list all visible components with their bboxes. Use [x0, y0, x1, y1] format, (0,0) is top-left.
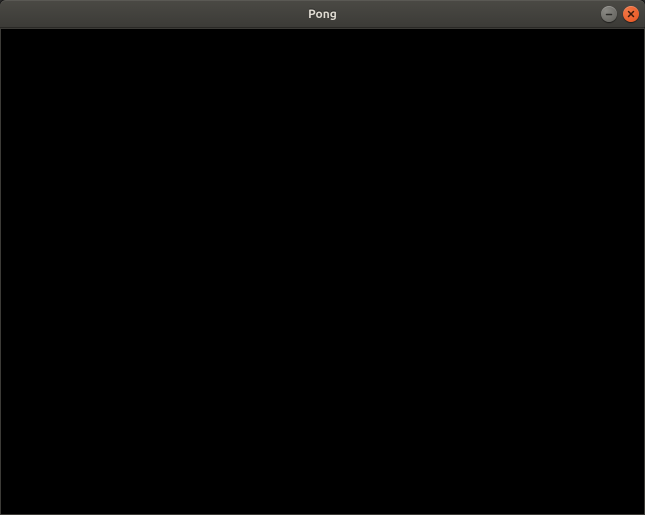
window-content [0, 28, 645, 515]
titlebar[interactable]: Pong [0, 0, 645, 28]
window-title: Pong [308, 8, 337, 21]
application-window: Pong [0, 0, 645, 515]
close-icon [627, 10, 635, 18]
window-controls [601, 6, 639, 22]
game-canvas[interactable] [1, 29, 644, 514]
minimize-icon [605, 10, 613, 18]
close-button[interactable] [623, 6, 639, 22]
minimize-button[interactable] [601, 6, 617, 22]
